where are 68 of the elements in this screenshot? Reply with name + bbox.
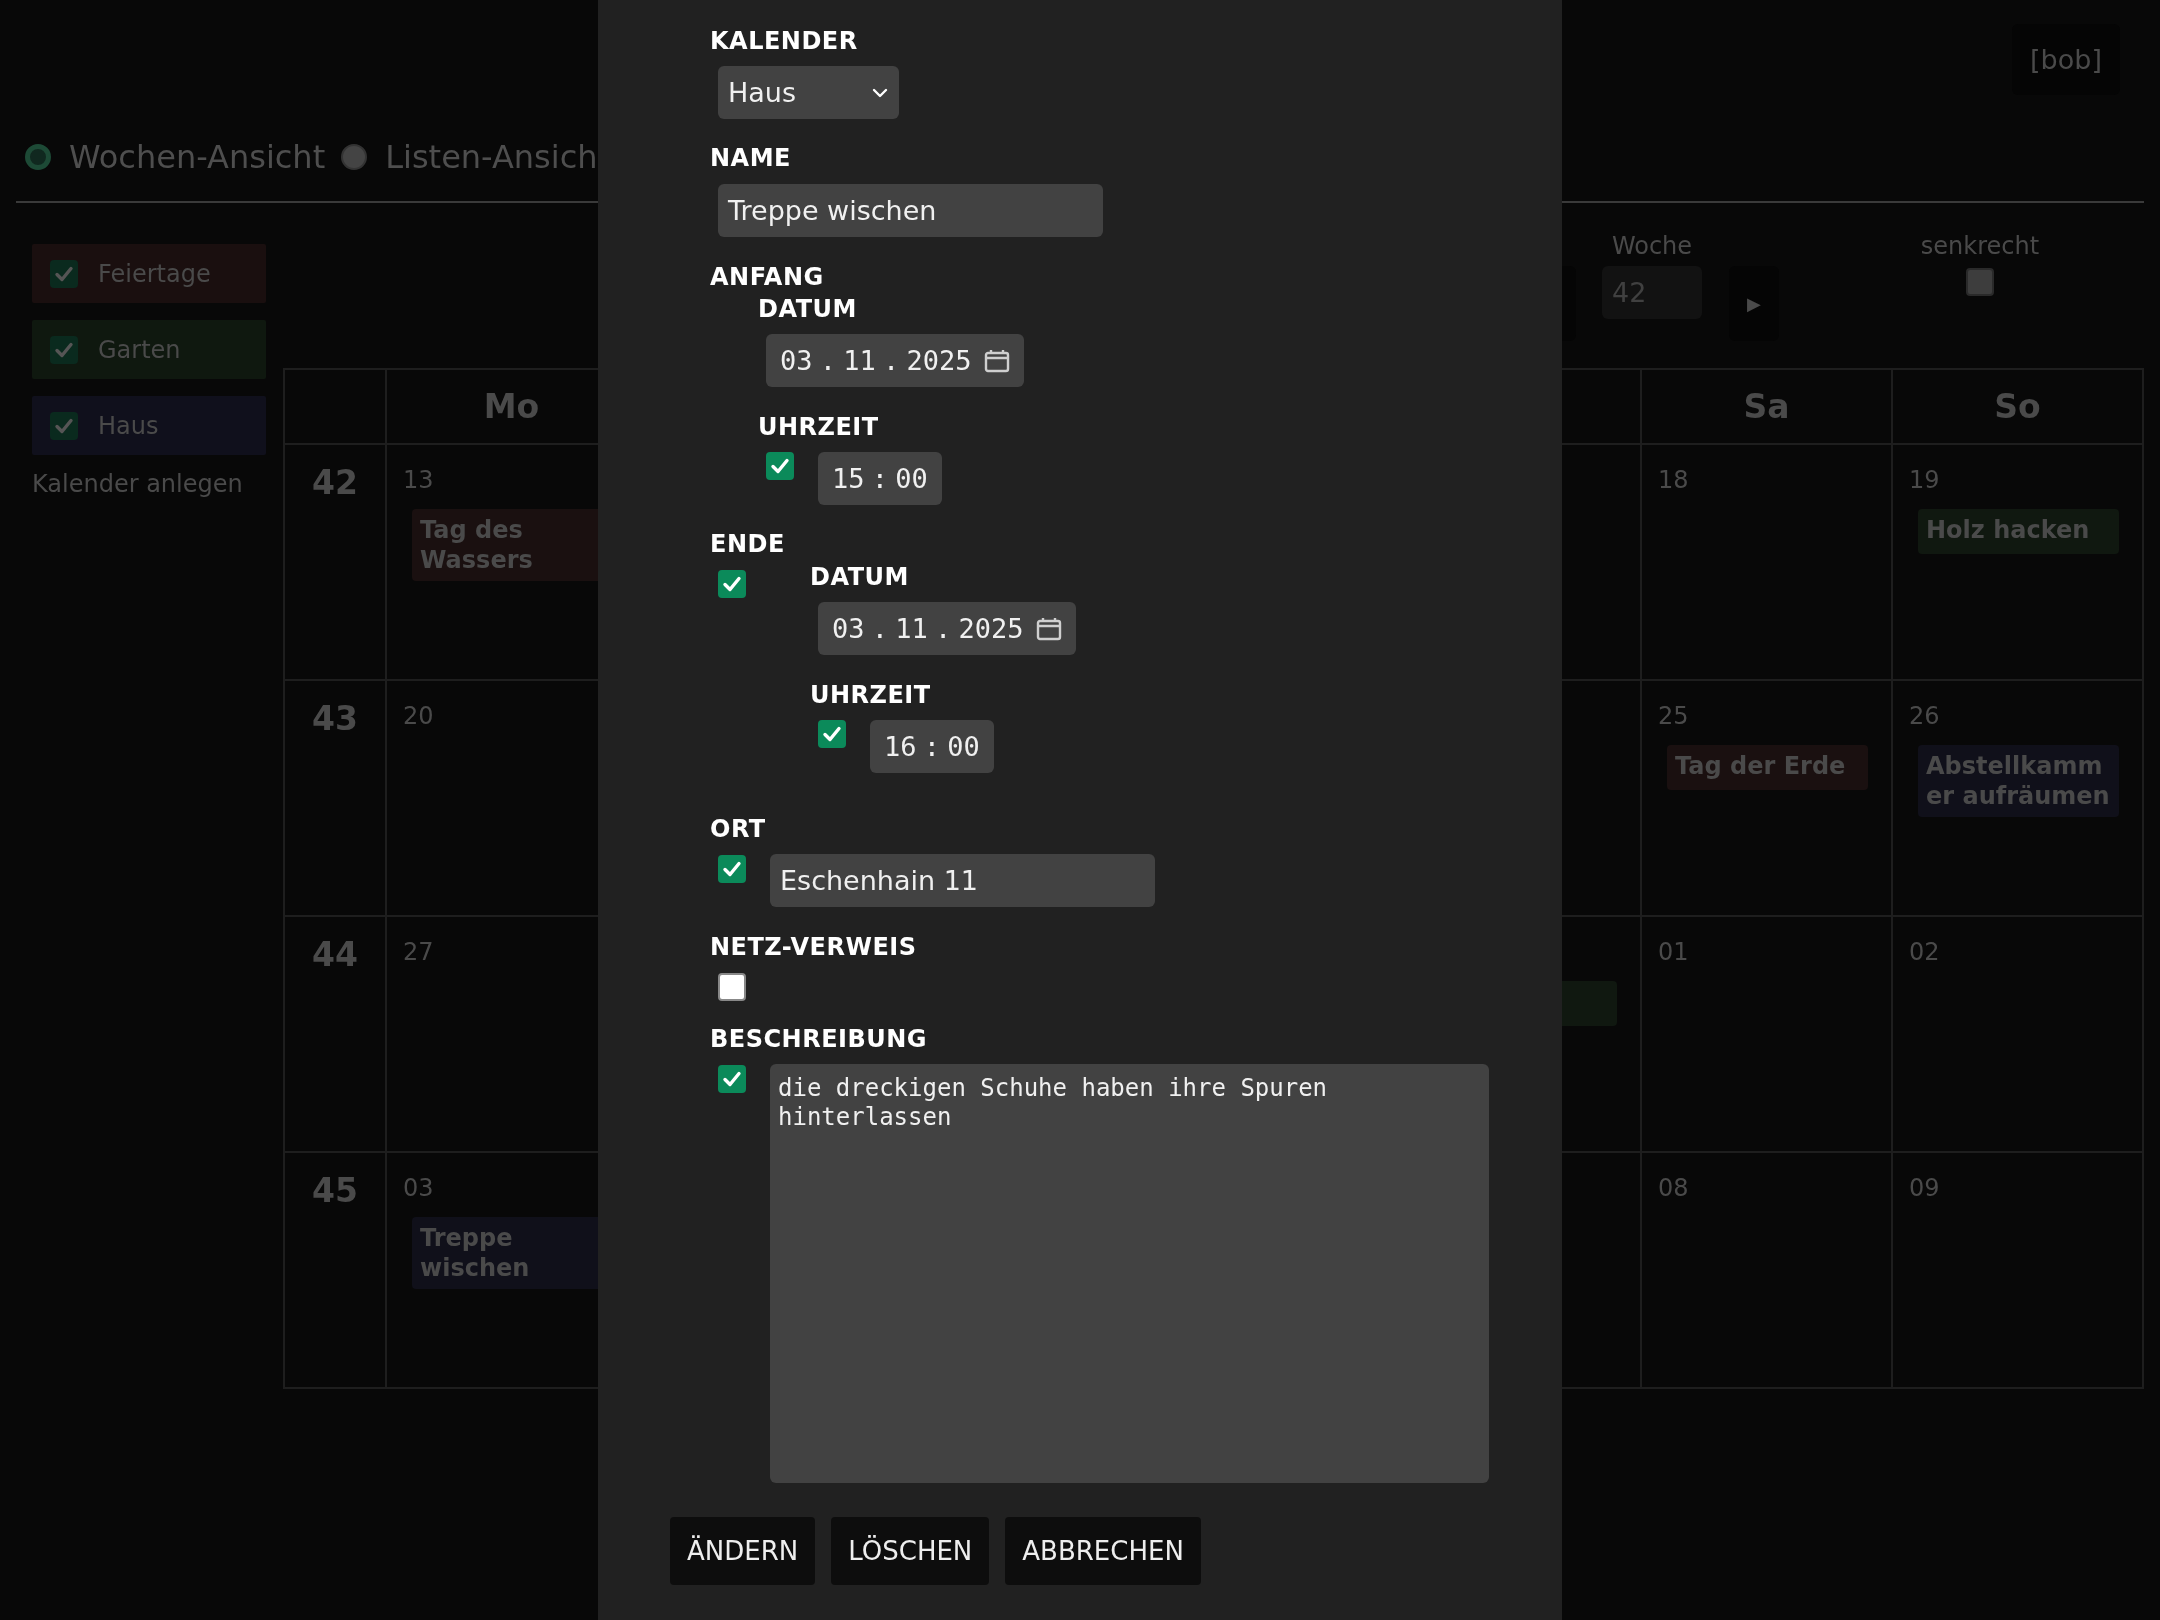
- calendar-item[interactable]: Haus: [32, 396, 266, 455]
- dialog-button[interactable]: LÖSCHEN: [831, 1517, 990, 1585]
- calendar-icon: [983, 347, 1010, 374]
- field-label: BESCHREIBUNG: [710, 1024, 928, 1054]
- day-number: 02: [1909, 937, 1940, 967]
- user-button[interactable]: [bob]: [2012, 24, 2120, 95]
- vertical-label: senkrecht: [1920, 232, 2040, 260]
- calendar-item[interactable]: Feiertage: [32, 244, 266, 303]
- chevron-down-icon: [871, 86, 889, 99]
- view-option-label[interactable]: Wochen-Ansicht: [69, 138, 326, 176]
- checkbox[interactable]: [718, 1065, 746, 1093]
- dialog-button[interactable]: ABBRECHEN: [1005, 1517, 1201, 1585]
- week-number: 43: [285, 681, 387, 917]
- checkbox[interactable]: [1966, 268, 1994, 296]
- week-number: 42: [285, 445, 387, 681]
- next-button[interactable]: ▶: [1729, 266, 1779, 341]
- checkbox[interactable]: [50, 335, 78, 364]
- checkbox[interactable]: [718, 973, 746, 1001]
- day-number: 18: [1658, 465, 1689, 495]
- week-label: Woche: [1611, 232, 1693, 260]
- day-number: 08: [1658, 1173, 1689, 1203]
- event-chip[interactable]: Holz hacken: [1918, 509, 2119, 554]
- calendar-icon: [1035, 615, 1062, 642]
- date-field[interactable]: 03 . 11 . 2025: [818, 602, 1076, 655]
- checkbox[interactable]: [718, 855, 746, 883]
- day-number: 01: [1658, 937, 1689, 967]
- checkbox[interactable]: [718, 570, 746, 598]
- column-header: So: [1893, 370, 2144, 445]
- section-label: ANFANG: [710, 262, 824, 292]
- checkbox[interactable]: [766, 452, 794, 480]
- week-number: 44: [285, 917, 387, 1153]
- date-field[interactable]: 03 . 11 . 2025: [766, 334, 1024, 387]
- checkbox[interactable]: [50, 259, 78, 288]
- location-field[interactable]: Eschenhain 11: [770, 854, 1155, 907]
- field-label: KALENDER: [710, 26, 858, 56]
- day-number: 13: [403, 465, 434, 495]
- radio-button[interactable]: [341, 144, 368, 170]
- event-chip[interactable]: Abstellkammer aufräumen: [1918, 745, 2119, 817]
- checkbox[interactable]: [50, 411, 78, 440]
- create-calendar-link[interactable]: Kalender anlegen: [32, 470, 266, 498]
- section-label: ENDE: [710, 529, 785, 559]
- time-field[interactable]: 15 : 00: [818, 452, 942, 505]
- view-option-label[interactable]: Listen-Ansich: [385, 138, 598, 176]
- day-number: 19: [1909, 465, 1940, 495]
- checkbox[interactable]: [818, 720, 846, 748]
- calendar-item[interactable]: Garten: [32, 320, 266, 379]
- field-label: ORT: [710, 814, 766, 844]
- dialog-button[interactable]: ÄNDERN: [670, 1517, 816, 1585]
- week-number: 45: [285, 1153, 387, 1389]
- calendar-select[interactable]: Haus: [718, 66, 899, 119]
- day-number: 27: [403, 937, 434, 967]
- column-header: Sa: [1642, 370, 1893, 445]
- field-label: DATUM: [758, 294, 857, 324]
- day-number: 09: [1909, 1173, 1940, 1203]
- day-number: 25: [1658, 701, 1689, 731]
- field-label: NETZ-VERWEIS: [710, 932, 917, 962]
- field-label: UHRZEIT: [758, 412, 879, 442]
- day-number: 03: [403, 1173, 434, 1203]
- event-chip[interactable]: Tag der Erde: [1667, 745, 1868, 790]
- day-number: 26: [1909, 701, 1940, 731]
- field-label: DATUM: [810, 562, 909, 592]
- radio-button[interactable]: [25, 144, 51, 170]
- time-field[interactable]: 16 : 00: [870, 720, 994, 773]
- day-number: 20: [403, 701, 434, 731]
- description-field[interactable]: die dreckigen Schuhe haben ihre Spuren hinterlassen: [770, 1064, 1489, 1483]
- field-label: NAME: [710, 143, 791, 173]
- name-field[interactable]: Treppe wischen: [718, 184, 1103, 237]
- field-label: UHRZEIT: [810, 680, 931, 710]
